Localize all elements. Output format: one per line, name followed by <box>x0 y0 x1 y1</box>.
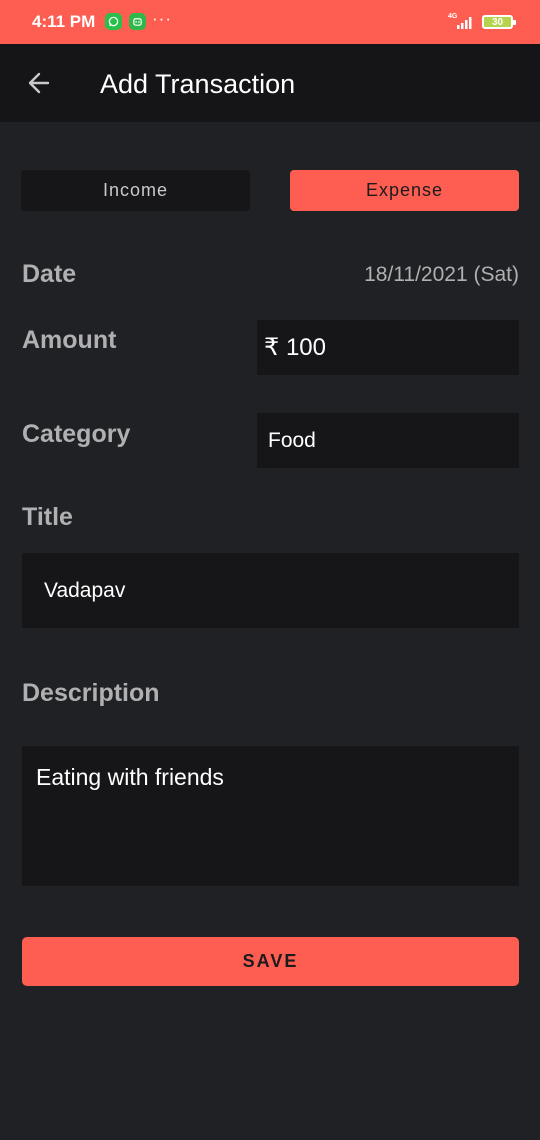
title-label: Title <box>22 503 73 531</box>
app-notification-icon <box>129 13 146 30</box>
description-label: Description <box>22 679 160 707</box>
category-select[interactable]: Food <box>257 413 519 468</box>
date-picker-value[interactable]: 18/11/2021 (Sat) <box>364 263 519 287</box>
income-toggle-button[interactable]: Income <box>21 170 250 211</box>
status-time: 4:11 PM <box>32 12 96 31</box>
back-button[interactable] <box>14 58 64 108</box>
battery-icon: 30 <box>482 15 516 29</box>
amount-label: Amount <box>22 326 117 354</box>
date-label: Date <box>22 260 77 288</box>
whatsapp-icon <box>105 13 122 30</box>
category-label: Category <box>22 420 131 448</box>
status-bar: 4:11 PM ··· 4G 30 <box>0 0 540 44</box>
arrow-left-icon <box>28 72 50 94</box>
amount-input[interactable]: ₹ 100 <box>257 320 519 375</box>
description-textarea[interactable]: Eating with friends <box>22 746 519 886</box>
page-title: Add Transaction <box>100 69 296 99</box>
expense-toggle-button[interactable]: Expense <box>290 170 519 211</box>
more-notifications-icon: ··· <box>152 9 172 28</box>
save-button[interactable]: SAVE <box>22 937 519 986</box>
signal-icon <box>455 15 475 34</box>
title-input[interactable]: Vadapav <box>22 553 519 628</box>
app-bar: Add Transaction <box>0 44 540 122</box>
